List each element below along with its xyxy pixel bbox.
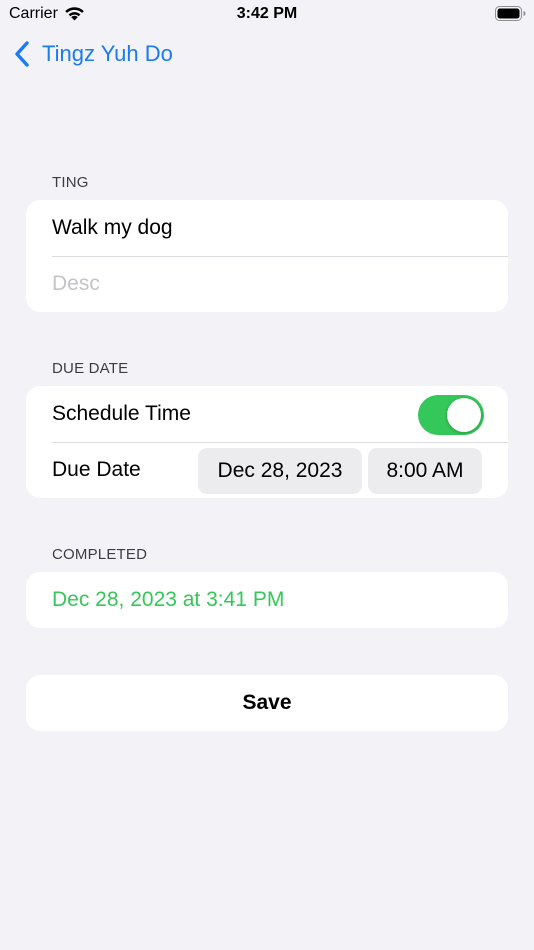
back-button-label: Tingz Yuh Do [42, 41, 173, 66]
due-date-row: Due Date Dec 28, 2023 8:00 AM [26, 442, 508, 498]
back-button[interactable]: Tingz Yuh Do [14, 38, 173, 70]
date-picker-button[interactable]: Dec 28, 2023 [198, 448, 362, 494]
save-button-label: Save [242, 691, 292, 714]
chevron-left-icon [15, 41, 29, 67]
completed-row[interactable]: Dec 28, 2023 at 3:41 PM [26, 572, 508, 628]
completed-date-text: Dec 28, 2023 at 3:41 PM [52, 588, 285, 611]
title-input[interactable] [52, 216, 492, 240]
toggle-knob [447, 398, 481, 432]
schedule-time-row: Schedule Time [26, 386, 508, 442]
status-bar: Carrier 3:42 PM [0, 0, 534, 28]
desc-input[interactable] [52, 272, 492, 296]
due-date-section-header: DUE DATE [52, 360, 129, 377]
due-date-label: Due Date [52, 458, 141, 481]
title-row [26, 200, 508, 256]
save-button[interactable]: Save [26, 675, 508, 731]
ting-card [26, 200, 508, 312]
completed-card: Dec 28, 2023 at 3:41 PM [26, 572, 508, 628]
edit-ting-screen: Carrier 3:42 PM Tingz Yuh Do TING DUE DA… [0, 0, 534, 950]
desc-row [26, 256, 508, 312]
battery-icon [495, 6, 526, 21]
completed-section-header: COMPLETED [52, 546, 148, 563]
ting-section-header: TING [52, 174, 89, 191]
schedule-time-label: Schedule Time [52, 402, 191, 425]
due-date-card: Schedule Time Due Date Dec 28, 2023 8:00… [26, 386, 508, 498]
status-time: 3:42 PM [236, 5, 298, 22]
time-picker-button[interactable]: 8:00 AM [368, 448, 482, 494]
schedule-time-toggle[interactable] [418, 395, 484, 435]
